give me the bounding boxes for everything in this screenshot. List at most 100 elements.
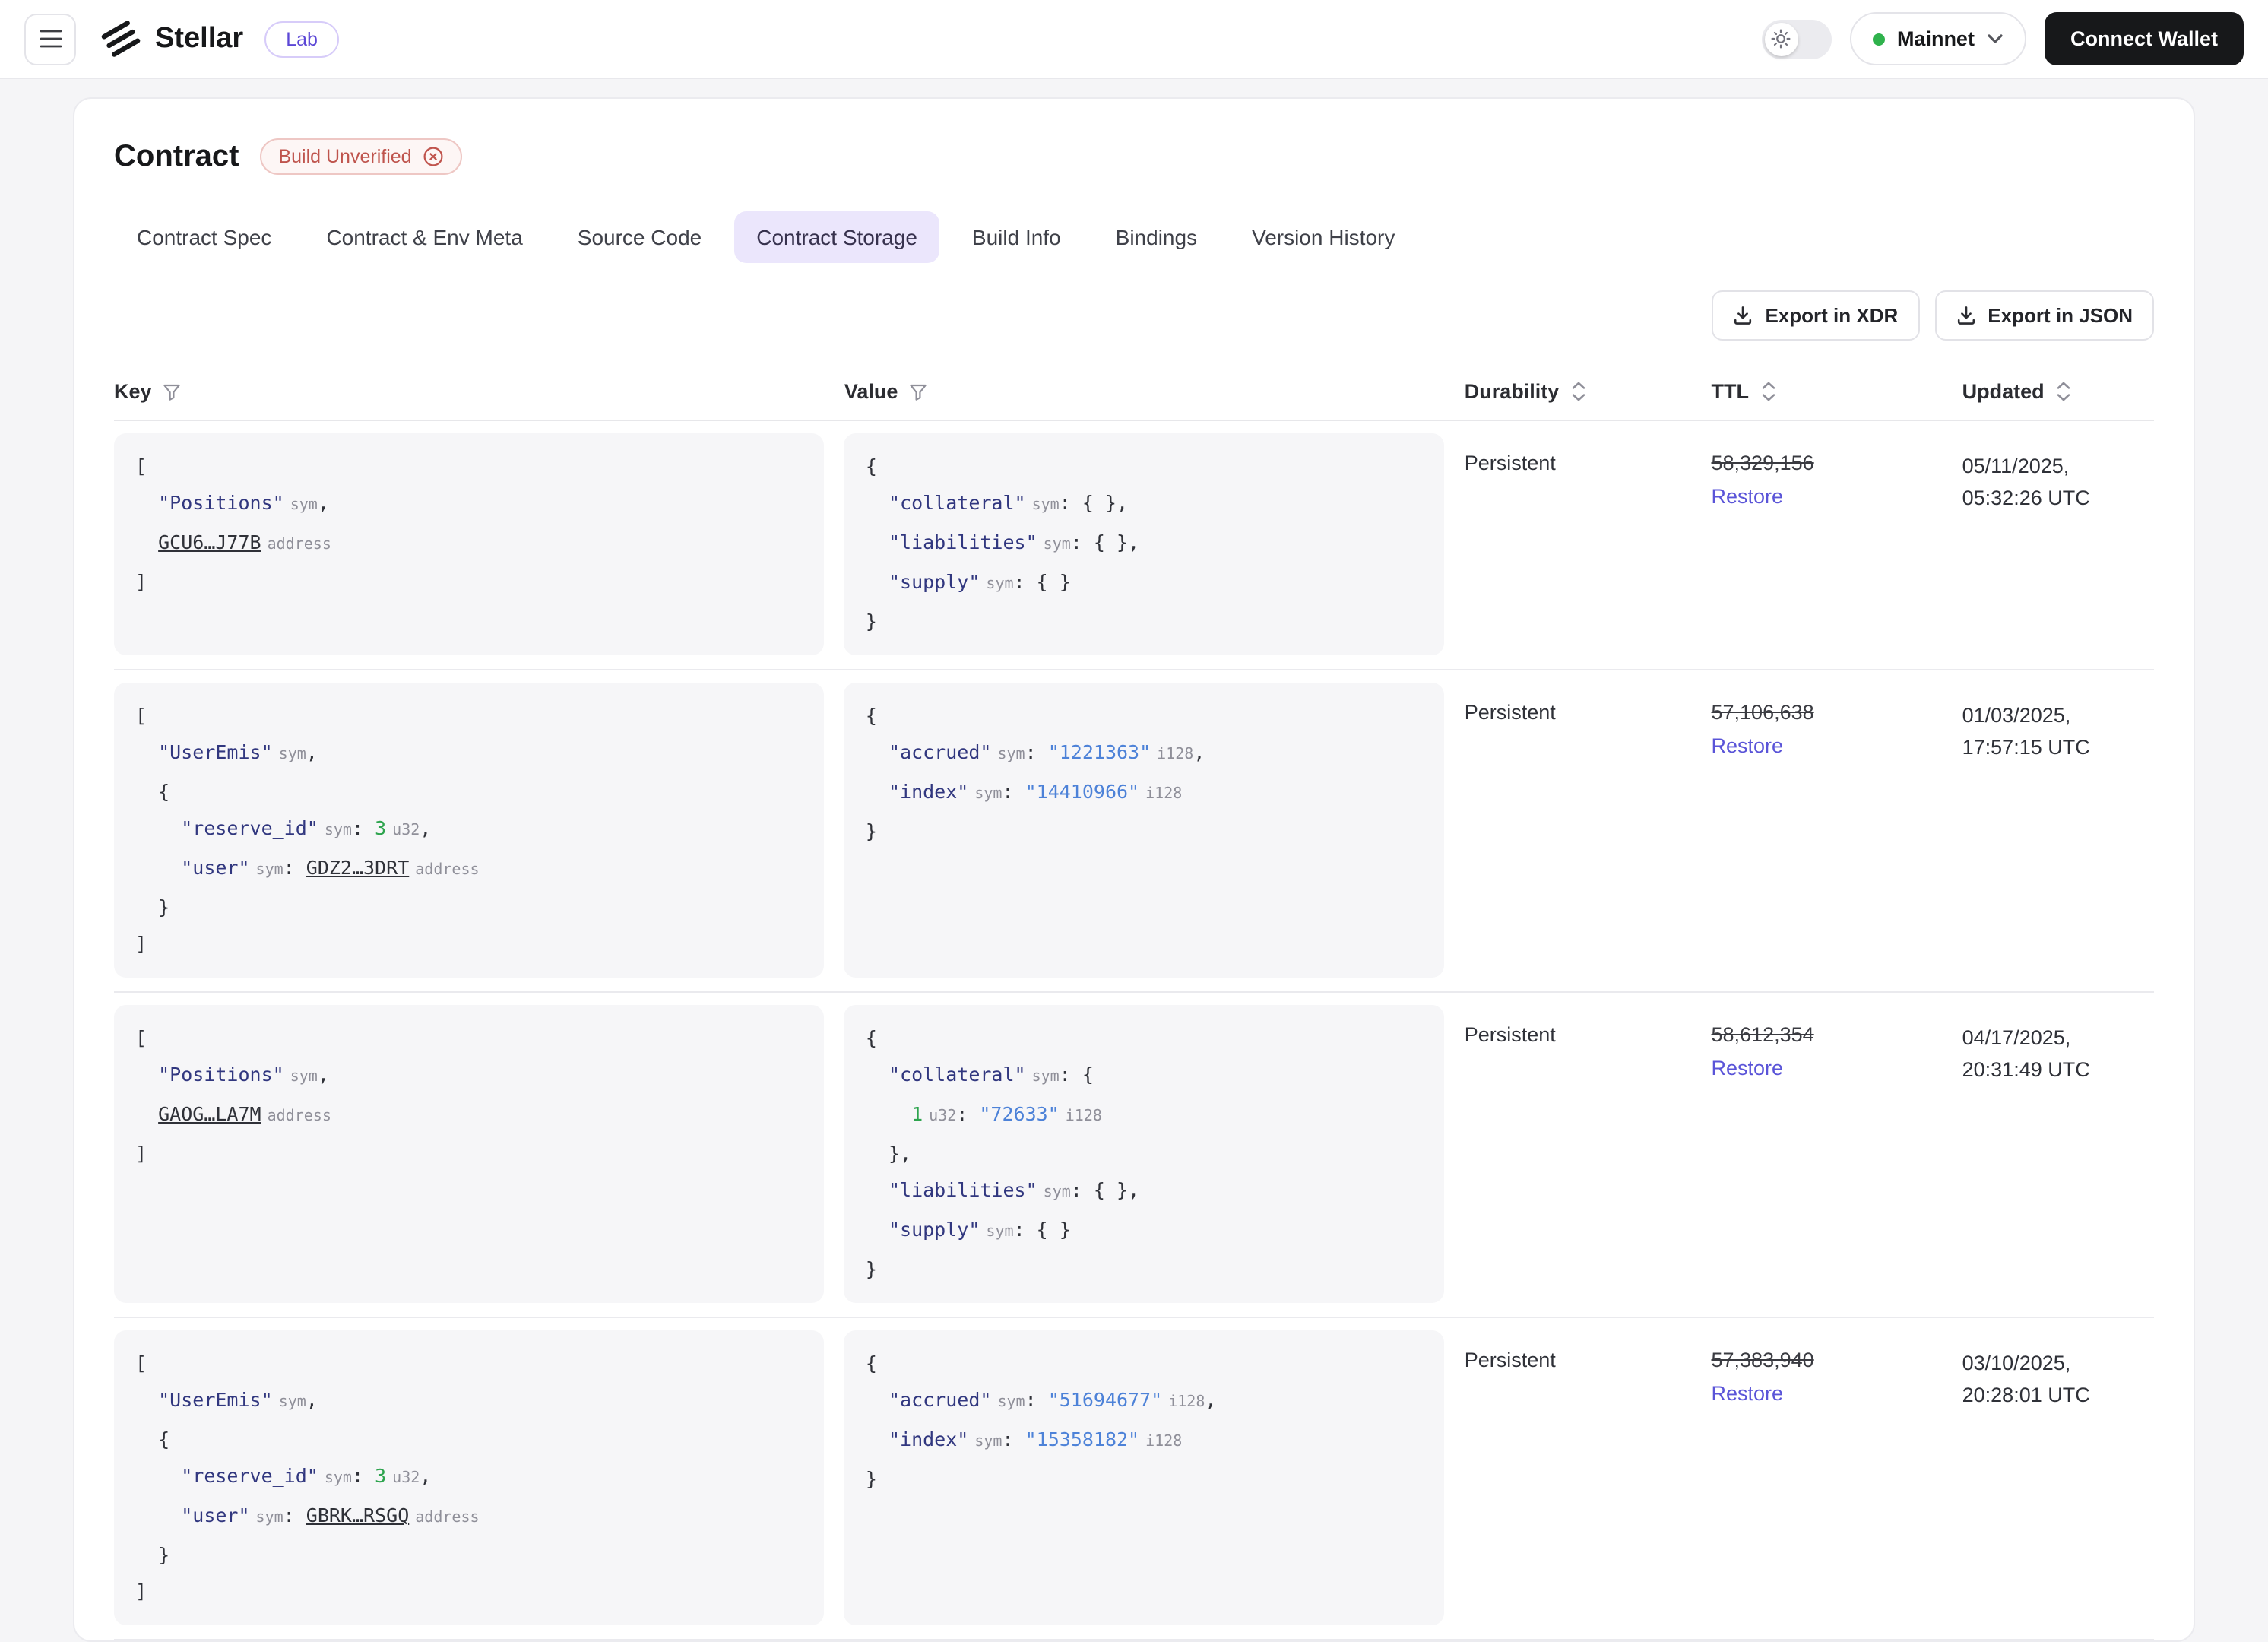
type-label: sym (255, 1510, 284, 1526)
stellar-logo[interactable]: Stellar (100, 18, 243, 59)
column-header-value[interactable]: Value (844, 380, 1465, 403)
code-token: { (865, 704, 877, 727)
key-cell: [ "UserEmis" sym, { "reserve_id" sym: 3 u32… (114, 1330, 844, 1625)
code-token: : { } (1013, 570, 1071, 593)
code-token: , (1205, 1388, 1217, 1411)
column-header-ttl[interactable]: TTL (1712, 380, 1962, 403)
address-link[interactable]: GAOG…LA7M (158, 1102, 261, 1125)
column-header-key[interactable]: Key (114, 380, 844, 403)
updated-cell: 05/11/2025, 05:32:26 UTC (1962, 433, 2154, 655)
code-line: [ (135, 698, 803, 734)
code-line: "Positions" sym, (135, 485, 803, 525)
restore-link[interactable]: Restore (1712, 1057, 1784, 1079)
code-line: { (135, 1422, 803, 1458)
column-header-durability[interactable]: Durability (1465, 380, 1712, 403)
menu-button[interactable] (24, 13, 76, 65)
type-label: sym (290, 1069, 318, 1086)
code-line: } (135, 1537, 803, 1574)
code-token: , (420, 816, 432, 839)
code-token: "liabilities" (888, 1178, 1037, 1201)
updated-date: 05/11/2025, (1962, 455, 2070, 477)
type-label: address (415, 1510, 480, 1526)
column-header-updated[interactable]: Updated (1962, 380, 2154, 403)
type-label: i128 (1168, 1394, 1205, 1411)
code-token: "index" (888, 780, 969, 803)
sort-icon (2057, 382, 2070, 401)
code-token: } (865, 1257, 877, 1280)
code-line: "UserEmis" sym, (135, 1382, 803, 1422)
tab-source-code[interactable]: Source Code (555, 211, 724, 263)
code-token: } (865, 1467, 877, 1490)
type-label: sym (997, 747, 1025, 763)
lab-badge: Lab (264, 21, 339, 57)
code-token: "supply" (888, 1218, 980, 1241)
tab-bindings[interactable]: Bindings (1093, 211, 1220, 263)
code-line: "reserve_id" sym: 3 u32, (135, 810, 803, 850)
code-line: GCU6…J77B address (135, 525, 803, 564)
code-line: "collateral" sym: { }, (866, 485, 1424, 525)
code-line: }, (866, 1136, 1424, 1172)
restore-link[interactable]: Restore (1712, 1382, 1784, 1405)
durability-value: Persistent (1464, 1023, 1556, 1046)
code-line: "index" sym: "14410966" i128 (866, 774, 1424, 813)
main-area: Contract Build Unverified Contract Spec C… (0, 79, 2268, 1642)
stellar-logo-icon (101, 21, 141, 57)
chevron-down-icon (1988, 34, 2003, 43)
theme-toggle[interactable] (1761, 19, 1832, 59)
address-link[interactable]: GDZ2…3DRT (306, 856, 409, 879)
export-in-json-button[interactable]: Export in JSON (1934, 290, 2154, 341)
type-label: u32 (392, 823, 420, 839)
code-line: "accrued" sym: "1221363" i128, (866, 734, 1424, 774)
code-token: 3 (375, 816, 387, 839)
restore-link[interactable]: Restore (1712, 734, 1784, 757)
code-line: { (866, 1020, 1424, 1057)
tab-version-history[interactable]: Version History (1229, 211, 1418, 263)
code-line: 1 u32: "72633" i128 (866, 1096, 1424, 1136)
tab-build-info[interactable]: Build Info (949, 211, 1084, 263)
export-in-xdr-button[interactable]: Export in XDR (1712, 290, 1920, 341)
code-line: ] (135, 564, 803, 601)
network-selector[interactable]: Mainnet (1849, 12, 2026, 65)
build-unverified-badge[interactable]: Build Unverified (260, 138, 462, 175)
connect-wallet-button[interactable]: Connect Wallet (2044, 12, 2244, 65)
updated-date: 04/17/2025, (1962, 1026, 2071, 1049)
code-token: , (317, 491, 329, 514)
updated-cell: 03/10/2025, 20:28:01 UTC (1962, 1330, 2154, 1625)
type-label: i128 (1157, 747, 1194, 763)
address-link[interactable]: GBRK…RSGQ (306, 1504, 409, 1526)
code-token: "UserEmis" (158, 740, 273, 763)
durability-value: Persistent (1464, 701, 1556, 724)
type-label: address (267, 1108, 331, 1125)
column-header-label: Durability (1464, 380, 1560, 403)
code-token: ] (135, 570, 147, 593)
restore-link[interactable]: Restore (1712, 485, 1784, 508)
code-token: { (865, 1026, 877, 1049)
address-link[interactable]: GCU6…J77B (158, 531, 261, 553)
key-code-block: [ "UserEmis" sym, { "reserve_id" sym: 3 u32… (114, 1330, 825, 1625)
ttl-value: 58,612,354 (1711, 1023, 1814, 1046)
column-header-label: Value (844, 380, 898, 403)
code-token: : (351, 816, 375, 839)
network-name: Mainnet (1896, 27, 1975, 50)
code-token: } (135, 1543, 170, 1566)
theme-toggle-knob (1764, 22, 1798, 55)
code-token: } (865, 819, 877, 842)
table-row: [ "Positions" sym, GAOG…LA7M address] { "c… (114, 993, 2154, 1318)
durability-cell: Persistent (1465, 1005, 1712, 1303)
code-token: [ (135, 1352, 147, 1374)
ttl-value: 57,106,638 (1711, 701, 1814, 724)
code-token: : (1002, 1428, 1025, 1450)
tab-contract-spec[interactable]: Contract Spec (114, 211, 294, 263)
tab-contract-env-meta[interactable]: Contract & Env Meta (303, 211, 545, 263)
value-cell: { "accrued" sym: "1221363" i128, "index" sy… (844, 683, 1465, 978)
tab-contract-storage[interactable]: Contract Storage (733, 211, 940, 263)
app-root: Stellar Lab Mainnet Connect Wallet Contr… (0, 0, 2268, 1642)
